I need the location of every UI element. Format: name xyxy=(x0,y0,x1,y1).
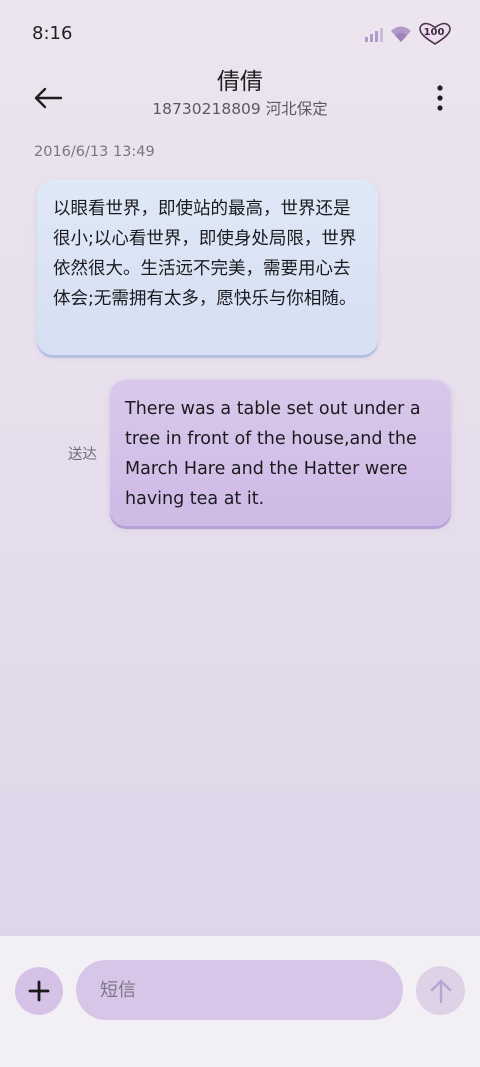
plus-icon xyxy=(28,980,50,1002)
conversation-header: 倩倩 18730218809 河北保定 xyxy=(0,66,480,136)
message-input[interactable] xyxy=(76,960,403,1020)
back-arrow-icon xyxy=(34,87,63,109)
contact-name: 倩倩 xyxy=(217,69,263,95)
message-timestamp: 2016/6/13 13:49 xyxy=(34,144,155,160)
add-attachment-button[interactable] xyxy=(15,967,63,1015)
status-time: 8:16 xyxy=(32,23,73,44)
back-button[interactable] xyxy=(26,76,70,120)
battery-icon: 100 xyxy=(418,22,452,46)
delivery-status: 送达 xyxy=(68,447,97,463)
contact-title[interactable]: 倩倩 18730218809 河北保定 xyxy=(90,66,390,120)
incoming-message-bubble[interactable]: 以眼看世界，即使站的最高，世界还是很小;以心看世界，即使身处局限，世界依然很大。… xyxy=(37,180,378,355)
contact-number-location: 18730218809 河北保定 xyxy=(152,100,328,118)
more-options-button[interactable] xyxy=(428,76,452,120)
status-icons: 100 xyxy=(364,22,452,46)
send-button[interactable] xyxy=(416,966,465,1015)
send-arrow-icon xyxy=(430,979,451,1003)
signal-icon xyxy=(365,28,383,42)
more-vert-icon xyxy=(437,85,443,111)
wifi-icon xyxy=(391,26,411,42)
outgoing-message-bubble[interactable]: There was a table set out under a tree i… xyxy=(110,380,451,526)
status-bar: 8:16 100 xyxy=(0,0,480,66)
battery-level: 100 xyxy=(423,27,445,38)
